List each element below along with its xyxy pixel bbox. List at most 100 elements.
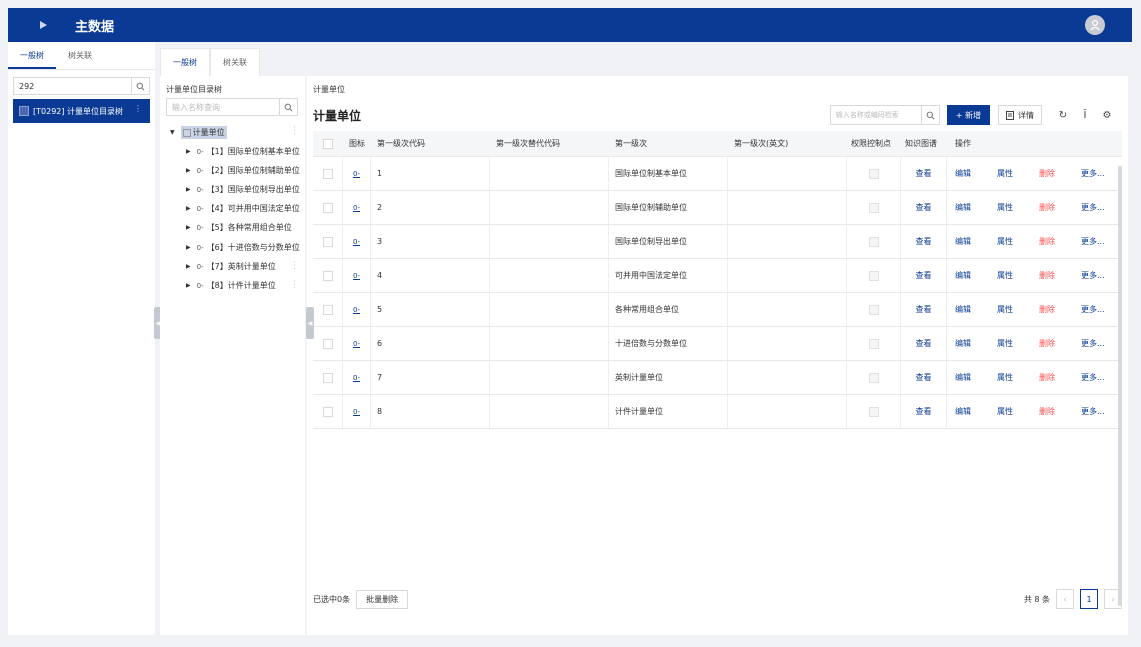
table-row[interactable]: 0- 4 可并用中国法定单位 查看 编辑 属性 删除 更多... — [313, 259, 1122, 293]
tree-collapse-handle[interactable]: ◀ — [306, 307, 314, 339]
view-link[interactable]: 查看 — [916, 372, 932, 383]
delete-link[interactable]: 删除 — [1039, 236, 1055, 247]
tree-root-node[interactable]: ▼ 计量单位 — [170, 126, 227, 139]
tree-node[interactable]: ▶ 0- 【5】各种常用组合单位 — [186, 222, 292, 233]
caret-right-icon[interactable]: ▶ — [186, 186, 191, 193]
attribute-link[interactable]: 属性 — [997, 236, 1013, 247]
delete-link[interactable]: 删除 — [1039, 168, 1055, 179]
edit-link[interactable]: 编辑 — [955, 168, 971, 179]
caret-right-icon[interactable]: ▶ — [186, 224, 191, 231]
more-dots-icon[interactable]: ⋮ — [290, 261, 299, 271]
row-checkbox[interactable] — [322, 236, 333, 247]
delete-link[interactable]: 删除 — [1039, 406, 1055, 417]
table-row[interactable]: 0- 2 国际单位制辅助单位 查看 编辑 属性 删除 更多... — [313, 191, 1122, 225]
edit-link[interactable]: 编辑 — [955, 236, 971, 247]
view-link[interactable]: 查看 — [916, 406, 932, 417]
attribute-link[interactable]: 属性 — [997, 270, 1013, 281]
attribute-link[interactable]: 属性 — [997, 338, 1013, 349]
tree-search-button[interactable] — [279, 99, 297, 115]
table-row[interactable]: 0- 3 国际单位制导出单位 查看 编辑 属性 删除 更多... — [313, 225, 1122, 259]
delete-link[interactable]: 删除 — [1039, 304, 1055, 315]
caret-right-icon[interactable]: ▶ — [186, 167, 191, 174]
edit-link[interactable]: 编辑 — [955, 372, 971, 383]
tree-node[interactable]: ▶ 0- 【3】国际单位制导出单位 — [186, 184, 300, 195]
edit-link[interactable]: 编辑 — [955, 304, 971, 315]
next-page-button[interactable]: › — [1104, 589, 1122, 609]
delete-link[interactable]: 删除 — [1039, 372, 1055, 383]
more-link[interactable]: 更多... — [1081, 236, 1105, 247]
prev-page-button[interactable]: ‹ — [1056, 589, 1074, 609]
more-dots-icon[interactable]: ⋮ — [290, 126, 299, 136]
edit-link[interactable]: 编辑 — [955, 338, 971, 349]
view-link[interactable]: 查看 — [916, 168, 932, 179]
more-link[interactable]: 更多... — [1081, 338, 1105, 349]
settings-icon[interactable]: ⚙ — [1100, 108, 1114, 122]
left-search-button[interactable] — [131, 78, 149, 94]
attribute-link[interactable]: 属性 — [997, 168, 1013, 179]
left-tab-general-tree[interactable]: 一般树 — [8, 42, 56, 69]
vertical-scrollbar[interactable] — [1118, 166, 1122, 606]
row-checkbox[interactable] — [322, 338, 333, 349]
more-link[interactable]: 更多... — [1081, 304, 1105, 315]
tree-node[interactable]: ▶ 0- 【4】可并用中国法定单位 — [186, 203, 300, 214]
attribute-link[interactable]: 属性 — [997, 304, 1013, 315]
add-button[interactable]: + 新增 — [946, 105, 990, 125]
table-row[interactable]: 0- 1 国际单位制基本单位 查看 编辑 属性 删除 更多... — [313, 157, 1122, 191]
row-checkbox[interactable] — [322, 372, 333, 383]
main-tab-tree-relation[interactable]: 树关联 — [210, 48, 260, 76]
header-code[interactable]: 第一级次代码 — [371, 131, 490, 156]
select-all-checkbox[interactable] — [323, 138, 333, 149]
caret-right-icon[interactable]: ▶ — [186, 244, 191, 251]
refresh-icon[interactable]: ↻ — [1056, 108, 1070, 122]
caret-right-icon[interactable]: ▶ — [186, 205, 191, 212]
column-height-icon[interactable]: Ī — [1078, 108, 1092, 122]
view-link[interactable]: 查看 — [916, 304, 932, 315]
more-link[interactable]: 更多... — [1081, 372, 1105, 383]
tree-node[interactable]: ▶ 0- 【6】十进倍数与分数单位 — [186, 242, 300, 253]
left-search-input[interactable] — [14, 78, 149, 94]
more-link[interactable]: 更多... — [1081, 202, 1105, 213]
more-dots-icon[interactable]: ⋮ — [290, 280, 299, 290]
edit-link[interactable]: 编辑 — [955, 270, 971, 281]
grid-search-button[interactable] — [920, 106, 939, 124]
table-row[interactable]: 0- 6 十进倍数与分数单位 查看 编辑 属性 删除 更多... — [313, 327, 1122, 361]
user-avatar[interactable] — [1085, 15, 1105, 35]
grid-search-input[interactable] — [830, 106, 921, 124]
view-link[interactable]: 查看 — [916, 202, 932, 213]
view-link[interactable]: 查看 — [916, 338, 932, 349]
table-row[interactable]: 0- 8 计件计量单位 查看 编辑 属性 删除 更多... — [313, 395, 1122, 429]
caret-right-icon[interactable]: ▶ — [186, 282, 191, 289]
row-checkbox[interactable] — [322, 270, 333, 281]
more-link[interactable]: 更多... — [1081, 270, 1105, 281]
delete-link[interactable]: 删除 — [1039, 338, 1055, 349]
edit-link[interactable]: 编辑 — [955, 406, 971, 417]
delete-link[interactable]: 删除 — [1039, 270, 1055, 281]
row-checkbox[interactable] — [322, 406, 333, 417]
caret-down-icon[interactable]: ▼ — [170, 129, 175, 136]
tree-node[interactable]: ▶ 0- 【2】国际单位制辅助单位 — [186, 165, 300, 176]
table-row[interactable]: 0- 5 各种常用组合单位 查看 编辑 属性 删除 更多... — [313, 293, 1122, 327]
row-checkbox[interactable] — [322, 168, 333, 179]
caret-right-icon[interactable]: ▶ — [186, 148, 191, 155]
table-row[interactable]: 0- 7 英制计量单位 查看 编辑 属性 删除 更多... — [313, 361, 1122, 395]
row-checkbox[interactable] — [322, 304, 333, 315]
attribute-link[interactable]: 属性 — [997, 372, 1013, 383]
main-tab-general-tree[interactable]: 一般树 — [160, 48, 210, 76]
attribute-link[interactable]: 属性 — [997, 406, 1013, 417]
more-dots-icon[interactable]: ⋮ — [134, 104, 142, 113]
attribute-link[interactable]: 属性 — [997, 202, 1013, 213]
header-level[interactable]: 第一级次 — [609, 131, 728, 156]
more-link[interactable]: 更多... — [1081, 406, 1105, 417]
edit-link[interactable]: 编辑 — [955, 202, 971, 213]
row-checkbox[interactable] — [322, 202, 333, 213]
tree-search-input[interactable] — [167, 99, 297, 115]
delete-link[interactable]: 删除 — [1039, 202, 1055, 213]
header-level-en[interactable]: 第一级次(英文) — [728, 131, 847, 156]
tree-node[interactable]: ▶ 0- 【8】计件计量单位 — [186, 280, 276, 291]
more-link[interactable]: 更多... — [1081, 168, 1105, 179]
left-tab-tree-relation[interactable]: 树关联 — [56, 42, 104, 69]
view-link[interactable]: 查看 — [916, 270, 932, 281]
tree-node[interactable]: ▶ 0- 【1】国际单位制基本单位 — [186, 146, 300, 157]
page-button[interactable]: 1 — [1080, 589, 1098, 609]
batch-delete-button[interactable]: 批量删除 — [356, 589, 409, 609]
